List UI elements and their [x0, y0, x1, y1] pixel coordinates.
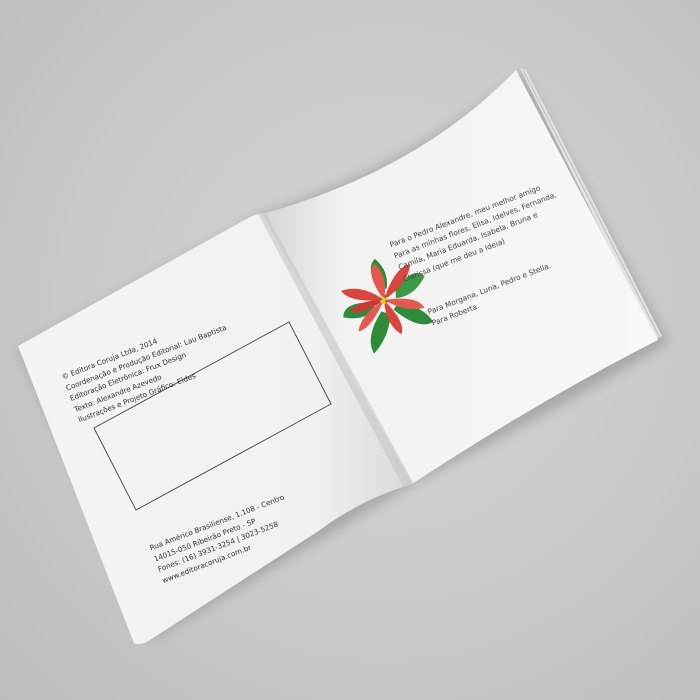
- open-book: [18, 68, 668, 644]
- book-mockup-scene: © Editora Coruja Ltda, 2014 Coordenação …: [0, 0, 700, 700]
